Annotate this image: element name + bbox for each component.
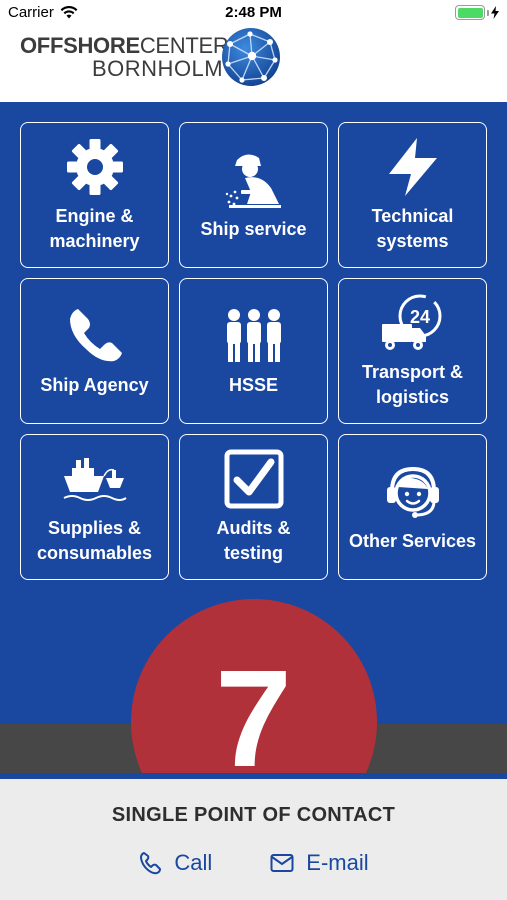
charging-bolt-icon — [491, 6, 499, 19]
status-time: 2:48 PM — [225, 4, 282, 21]
tile-hsse[interactable]: HSSE — [179, 278, 328, 424]
email-button[interactable]: E-mail — [270, 850, 369, 876]
ships-icon — [63, 458, 127, 501]
tile-label: Ship Agency — [40, 374, 149, 395]
email-label: E-mail — [306, 850, 369, 875]
battery-indicator — [455, 5, 499, 20]
tile-label: Other Services — [348, 530, 477, 551]
logo-subtitle: BORNHOLM — [92, 56, 224, 81]
phone-icon — [69, 308, 122, 361]
tile-label: Ship service — [200, 218, 307, 239]
tile-engine-machinery[interactable]: Engine & machinery — [20, 122, 169, 268]
checkbox-icon — [224, 449, 283, 509]
app-header: OFFSHORECENTER BORNHOLM — [0, 26, 507, 102]
call-button[interactable]: Call — [138, 850, 212, 876]
tile-ship-agency[interactable]: Ship Agency — [20, 278, 169, 424]
headset-icon — [386, 466, 439, 518]
tile-label: Transport & logistics — [361, 362, 463, 407]
people-icon — [226, 308, 281, 362]
svg-text:24: 24 — [409, 307, 429, 327]
contact-footer: SINGLE POINT OF CONTACT Call E-mail — [0, 779, 507, 900]
lightning-icon — [388, 138, 437, 196]
call-label: Call — [174, 850, 213, 875]
battery-icon — [455, 5, 485, 20]
envelope-icon — [270, 854, 294, 872]
tile-label: HSSE — [228, 374, 279, 395]
number-badge-value: 7 — [215, 642, 292, 779]
tile-label: Technical systems — [371, 206, 454, 251]
tile-label: Audits & testing — [216, 518, 291, 563]
worker-icon — [225, 153, 281, 208]
logo-light-text: CENTER — [139, 33, 229, 58]
footer-title: SINGLE POINT OF CONTACT — [111, 804, 396, 826]
tile-other-services[interactable]: Other Services — [338, 434, 487, 580]
logo-bold-text: OFFSHORE — [20, 33, 140, 58]
gear-icon — [66, 139, 123, 195]
tile-audits-testing[interactable]: Audits & testing — [179, 434, 328, 580]
services-panel: Engine & machinery Ship service Technica… — [0, 102, 507, 779]
status-bar: Carrier 2:48 PM — [0, 0, 507, 26]
tile-label: Engine & machinery — [49, 206, 140, 251]
tile-technical-systems[interactable]: Technical systems — [338, 122, 487, 268]
tile-supplies-consumables[interactable]: Supplies & consumables — [20, 434, 169, 580]
tile-ship-service[interactable]: Ship service — [179, 122, 328, 268]
tile-label: Supplies & consumables — [36, 518, 153, 563]
tile-transport-logistics[interactable]: 24 Transport & logistics — [338, 278, 487, 424]
globe-logo-icon — [222, 28, 280, 86]
truck-24-icon: 24 — [381, 294, 441, 350]
phone-icon — [140, 852, 162, 875]
contact-actions: Call E-mail — [0, 850, 507, 876]
